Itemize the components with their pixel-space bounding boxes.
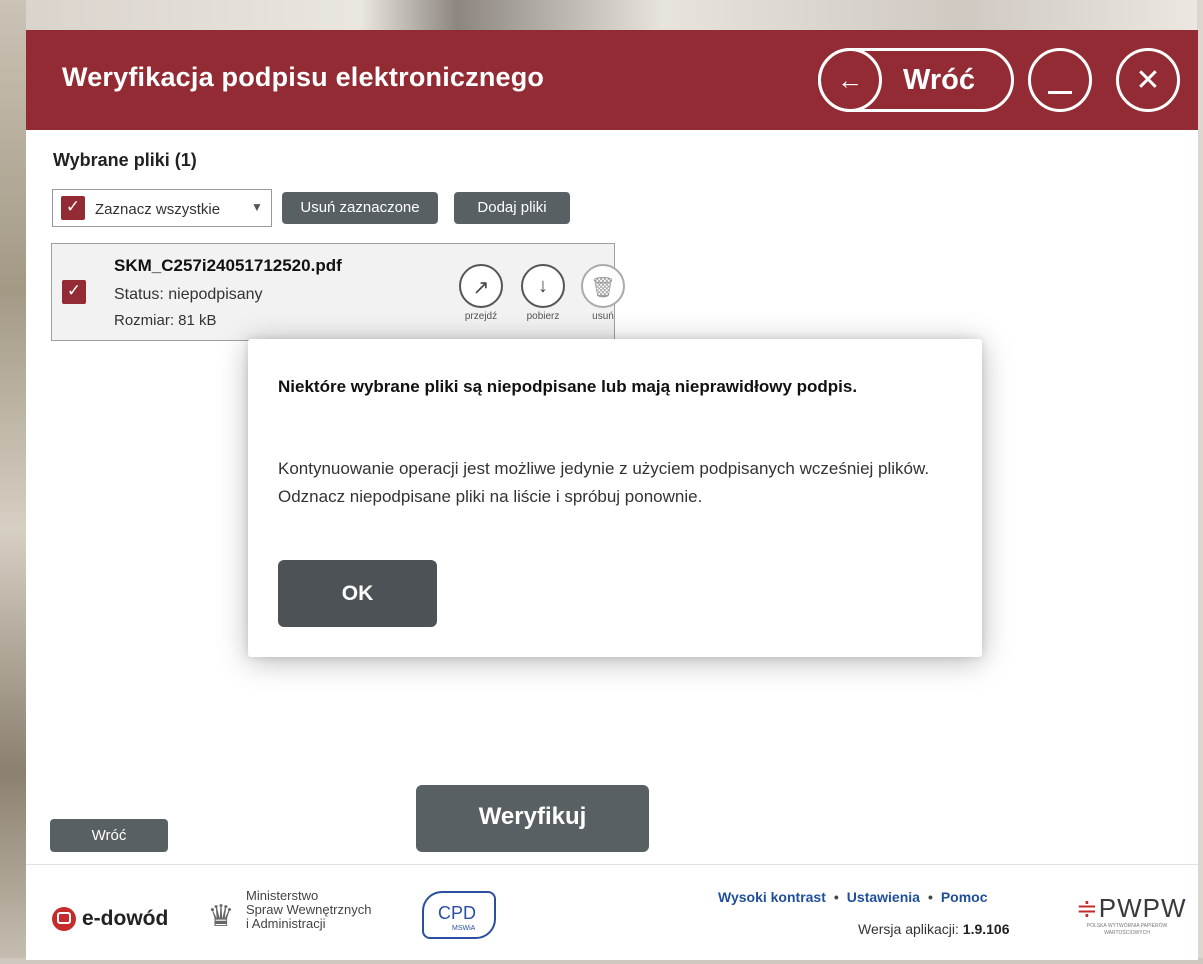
pwpw-logo-subtitle: POLSKA WYTWÓRNIA PAPIERÓW WARTOŚCIOWYCH	[1086, 923, 1168, 936]
file-status: Status: niepodpisany	[114, 286, 263, 303]
footer-links: Wysoki kontrast • Ustawienia • Pomoc	[718, 889, 988, 905]
checkmark-icon: ✓	[66, 281, 82, 300]
settings-link[interactable]: Ustawienia	[847, 889, 920, 905]
download-file-button[interactable]: ↓ pobierz	[518, 264, 568, 322]
app-version: Wersja aplikacji: 1.9.106	[858, 921, 1010, 937]
title-bar: Weryfikacja podpisu elektronicznego ← Wr…	[26, 30, 1198, 130]
file-size: Rozmiar: 81 kB	[114, 312, 217, 329]
header-back-button[interactable]: ← Wróć	[818, 48, 1014, 112]
select-all-checkbox[interactable]: ✓	[61, 196, 85, 220]
caret-down-icon: ▼	[251, 200, 263, 214]
checkmark-icon: ✓	[65, 197, 81, 216]
warning-dialog: Niektóre wybrane pliki są niepodpisane l…	[248, 339, 982, 657]
download-file-label: pobierz	[526, 311, 560, 322]
close-icon: ✕	[1135, 64, 1161, 97]
arrow-up-right-icon: ↗	[472, 277, 490, 299]
minimize-button[interactable]	[1028, 48, 1092, 112]
page-title: Weryfikacja podpisu elektronicznego	[62, 62, 545, 92]
delete-file-label: usuń	[592, 311, 614, 322]
add-files-button[interactable]: Dodaj pliki	[454, 192, 570, 224]
help-link[interactable]: Pomoc	[941, 889, 988, 905]
dialog-message: Kontynuowanie operacji jest możliwe jedy…	[278, 459, 930, 506]
app-window: Weryfikacja podpisu elektronicznego ← Wr…	[26, 30, 1198, 960]
delete-file-button[interactable]: 🗑 usuń	[578, 264, 628, 322]
background-photo-left	[0, 0, 26, 964]
high-contrast-link[interactable]: Wysoki kontrast	[718, 889, 826, 905]
trash-icon: 🗑	[590, 277, 616, 299]
arrow-down-icon: ↓	[538, 275, 548, 297]
remove-selected-button[interactable]: Usuń zaznaczone	[282, 192, 438, 224]
ok-button[interactable]: OK	[278, 560, 437, 627]
back-button[interactable]: Wróć	[50, 819, 168, 852]
selected-files-title: Wybrane pliki (1)	[53, 150, 197, 170]
file-checkbox[interactable]: ✓	[62, 280, 86, 304]
ministry-logo-text: Ministerstwo Spraw Wewnętrznych i Admini…	[246, 888, 372, 931]
file-list-item: ✓ SKM_C257i24051712520.pdf Status: niepo…	[51, 243, 625, 341]
file-name: SKM_C257i24051712520.pdf	[114, 256, 342, 275]
select-all-label: Zaznacz wszystkie	[95, 201, 221, 218]
verify-button[interactable]: Weryfikuj	[416, 785, 649, 852]
open-file-button[interactable]: ↗ przejdź	[456, 264, 506, 322]
open-file-label: przejdź	[464, 311, 498, 322]
background-photo-top	[0, 0, 1203, 30]
edowod-logo-icon	[52, 907, 76, 931]
eagle-emblem-icon: ♛	[207, 900, 235, 933]
pwpw-logo: ≑PWPW	[1076, 893, 1187, 923]
dialog-title: Niektóre wybrane pliki są niepodpisane l…	[278, 377, 858, 396]
arrow-left-icon: ←	[818, 48, 882, 112]
footer: e-dowód ♛ Ministerstwo Spraw Wewnętrznyc…	[26, 864, 1198, 960]
minimize-icon	[1048, 91, 1072, 94]
select-all-dropdown[interactable]: ✓ Zaznacz wszystkie ▼	[52, 189, 272, 227]
close-button[interactable]: ✕	[1116, 48, 1180, 112]
edowod-logo-text: e-dowód	[82, 907, 169, 930]
cpd-logo: CPD MSWiA	[422, 891, 496, 939]
header-back-label: Wróć	[903, 64, 975, 96]
